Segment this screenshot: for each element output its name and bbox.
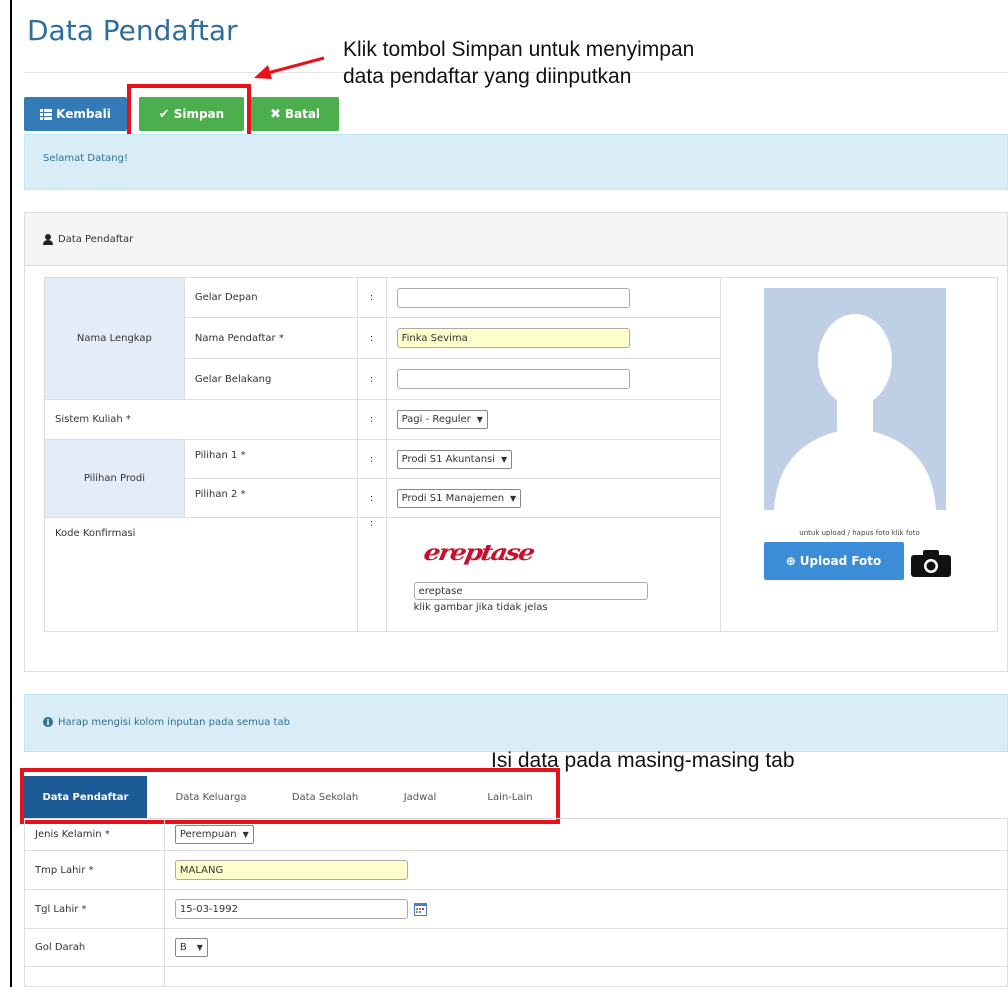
gelar-depan-label: Gelar Depan <box>183 277 358 318</box>
annotation-line-1: Klik tombol Simpan untuk menyimpan <box>343 38 695 61</box>
avatar-silhouette-icon <box>773 314 936 510</box>
tgl-lahir-label: Tgl Lahir * <box>24 889 165 929</box>
pilihan2-label: Pilihan 2 * <box>183 478 358 518</box>
nama-lengkap-label: Nama Lengkap <box>44 277 185 400</box>
info-icon: i <box>43 717 53 727</box>
gelar-belakang-input[interactable] <box>396 369 630 389</box>
gelar-belakang-label: Gelar Belakang <box>183 358 358 400</box>
cancel-label: Batal <box>284 107 321 121</box>
tmp-lahir-input[interactable]: MALANG <box>174 860 408 880</box>
upload-label: Upload Foto <box>799 554 882 568</box>
next-row-value <box>163 966 1008 987</box>
dropdown-arrow-icon: ▼ <box>242 830 249 839</box>
x-icon: ✖ <box>269 106 281 122</box>
next-row-label <box>24 966 165 987</box>
colon: : <box>356 277 387 318</box>
cancel-button[interactable]: ✖ Batal <box>251 97 339 131</box>
captcha-input[interactable]: ereptase <box>413 582 648 600</box>
page-title: Data Pendaftar <box>27 14 238 47</box>
annotation-save: Klik tombol Simpan untuk menyimpan data … <box>343 36 694 90</box>
dropdown-arrow-icon: ▼ <box>510 493 517 503</box>
pilihan2-value: Prodi S1 Manajemen <box>401 492 505 504</box>
pilihan2-select[interactable]: Prodi S1 Manajemen ▼ <box>396 488 522 508</box>
colon: : <box>356 358 387 400</box>
colon: : <box>356 317 387 359</box>
jenis-kelamin-value: Perempuan <box>179 829 237 840</box>
tgl-lahir-input[interactable]: 15-03-1992 <box>174 899 408 919</box>
tabs-highlight-box <box>20 768 560 824</box>
pilihan1-select[interactable]: Prodi S1 Akuntansi ▼ <box>396 449 513 469</box>
jenis-kelamin-label: Jenis Kelamin * <box>24 818 165 851</box>
personal-form: Jenis Kelamin * Perempuan ▼ Tmp Lahir * M… <box>24 818 1008 987</box>
sistem-kuliah-label: Sistem Kuliah * <box>44 399 358 440</box>
panel-heading: Data Pendaftar <box>25 213 1007 266</box>
photo-hint: untuk upload / hapus foto klik foto <box>799 529 920 537</box>
registrant-form: Nama Lengkap Gelar Depan : untuk upload … <box>44 277 998 632</box>
list-icon <box>40 108 53 120</box>
dropdown-arrow-icon: ▼ <box>196 943 203 952</box>
sistem-kuliah-select[interactable]: Pagi - Reguler ▼ <box>396 410 488 429</box>
tmp-lahir-label: Tmp Lahir * <box>24 850 165 890</box>
colon: : <box>356 439 387 479</box>
captcha-text: ereptase <box>421 540 535 566</box>
nama-pendaftar-label: Nama Pendaftar * <box>183 317 358 359</box>
nama-pendaftar-input[interactable]: Finka Sevima <box>396 328 630 348</box>
dropdown-arrow-icon: ▼ <box>501 454 508 464</box>
pilihan1-label: Pilihan 1 * <box>183 439 358 479</box>
camera-icon[interactable] <box>910 549 951 577</box>
captcha-image[interactable]: ereptase <box>413 526 676 580</box>
back-label: Kembali <box>56 107 111 121</box>
jenis-kelamin-select[interactable]: Perempuan ▼ <box>174 825 254 844</box>
pilihan1-value: Prodi S1 Akuntansi <box>401 453 496 465</box>
gol-darah-label: Gol Darah <box>24 928 165 967</box>
upload-icon: ⊕ <box>785 554 796 568</box>
gelar-depan-input[interactable] <box>396 287 630 308</box>
colon: : <box>356 517 387 632</box>
upload-photo-button[interactable]: ⊕ Upload Foto <box>763 542 904 580</box>
welcome-text: Selamat Datang! <box>43 153 128 164</box>
kode-konfirmasi-label: Kode Konfirmasi <box>44 517 358 632</box>
user-icon <box>43 233 53 245</box>
captcha-hint: klik gambar jika tidak jelas <box>413 602 548 613</box>
notice-alert: i Harap mengisi kolom inputan pada semua… <box>24 694 1008 752</box>
dropdown-arrow-icon: ▼ <box>476 415 483 424</box>
profile-photo[interactable] <box>763 288 946 510</box>
colon: : <box>356 399 387 440</box>
colon: : <box>356 478 387 518</box>
back-button[interactable]: Kembali <box>24 97 127 131</box>
calendar-icon[interactable] <box>413 902 427 916</box>
left-border <box>10 0 12 987</box>
annotation-line-2: data pendaftar yang diinputkan <box>343 65 632 88</box>
notice-text: Harap mengisi kolom inputan pada semua t… <box>58 717 290 728</box>
sistem-kuliah-value: Pagi - Reguler <box>401 414 471 425</box>
save-highlight-box <box>127 84 251 141</box>
panel-title: Data Pendaftar <box>58 233 134 245</box>
gol-darah-select[interactable]: B ▼ <box>174 938 208 957</box>
annotation-arrow-icon <box>254 56 325 79</box>
welcome-alert: Selamat Datang! <box>24 134 1008 190</box>
pilihan-prodi-label: Pilihan Prodi <box>44 439 185 518</box>
gol-darah-value: B <box>179 942 187 953</box>
